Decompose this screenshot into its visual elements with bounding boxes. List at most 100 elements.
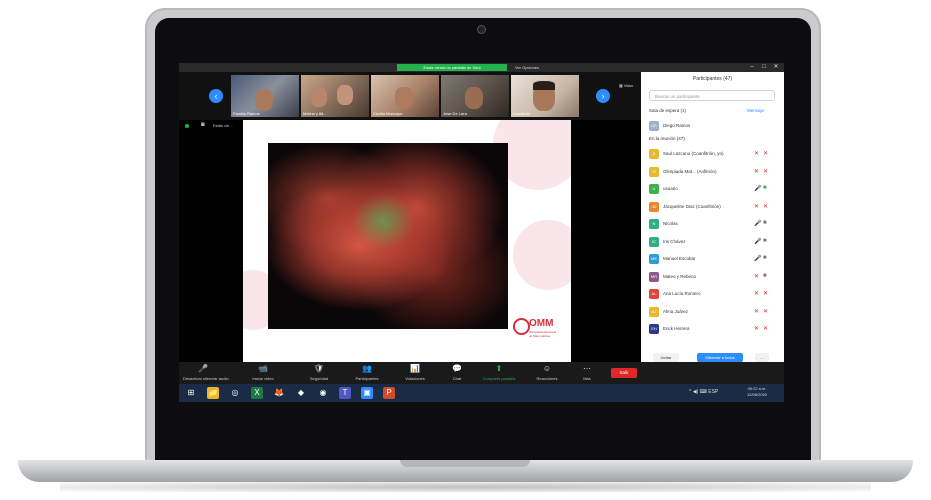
participant-search-input[interactable]: Buscar un participante (649, 90, 775, 101)
avatar: DR (649, 121, 659, 131)
maximize-icon[interactable]: □ (758, 63, 770, 72)
camera-icon[interactable]: ■ (763, 273, 767, 279)
more-button[interactable]: ⋯ Más (567, 364, 607, 384)
participant-row[interactable]: AL Ana Lucía Romero ✕ ✕ (649, 288, 779, 300)
mic-icon[interactable]: 🎤 (754, 255, 761, 262)
mic-muted-icon[interactable]: ✕ (754, 168, 759, 175)
avatar: AL (649, 289, 659, 299)
participant-row[interactable]: MR Mateo y Rebeca ✕ ■ (649, 271, 779, 283)
avatar: AJ (649, 306, 659, 317)
camera-off-icon[interactable]: ✕ (763, 325, 768, 332)
invite-button[interactable]: Invitar (653, 353, 679, 362)
excel-icon[interactable]: X (251, 387, 263, 399)
chat-button[interactable]: 💬 Chat (437, 364, 477, 384)
camera-off-icon[interactable]: ✕ (763, 168, 768, 175)
view-toggle-button[interactable]: ▦ Vista (619, 83, 633, 88)
view-options-menu[interactable]: Ver Opciones (515, 64, 557, 71)
participant-row[interactable]: JD Jacqueline Diaz (Coanfitrión) ✕ ✕ (649, 201, 779, 213)
prev-page-button[interactable]: ‹ (209, 89, 223, 103)
file-explorer-icon[interactable]: 📁 (207, 387, 219, 399)
mic-muted-icon[interactable]: ✕ (754, 308, 759, 315)
participant-row[interactable]: S Saul Lazcano (Coanfitrión, yo) ✕ ✕ (649, 148, 779, 160)
camera-icon[interactable]: ■ (763, 185, 767, 191)
camera-icon[interactable]: ■ (763, 220, 767, 226)
zoom-icon[interactable]: ▣ (361, 387, 373, 399)
mic-icon[interactable]: 🎤 (754, 185, 761, 192)
security-button[interactable]: 🛡 Seguridad (299, 364, 339, 384)
app-icon[interactable]: ◆ (295, 387, 307, 399)
mic-muted-icon[interactable]: ✕ (754, 325, 759, 332)
chrome-icon[interactable]: ◎ (229, 387, 241, 399)
camera-icon[interactable]: ■ (763, 255, 767, 261)
participant-row[interactable]: EH Erick Herrera ✕ ✕ (649, 323, 779, 335)
minimize-icon[interactable]: – (746, 63, 758, 72)
participants-button[interactable]: 👥 Participantes (347, 364, 387, 384)
video-thumbnail[interactable]: Jose De Lara (441, 75, 509, 117)
camera-icon[interactable]: ■ (763, 238, 767, 244)
firefox-icon[interactable]: 🦊 (273, 387, 285, 399)
sharing-indicator-icon (185, 124, 189, 128)
close-icon[interactable]: ✕ (770, 63, 782, 72)
avatar: JD (649, 201, 659, 212)
participant-name: Olimpiada Mat... (Anfitrión) (663, 168, 717, 174)
share-screen-button[interactable]: ⬆ Compartir pantalla (479, 364, 519, 384)
mic-muted-icon[interactable]: ✕ (754, 273, 759, 280)
avatar: EH (649, 324, 659, 334)
video-thumbnail[interactable]: Familia Ramos (231, 75, 299, 117)
participant-row[interactable]: Uusuario 🎤 ■ (649, 183, 779, 195)
toolbar-label: Seguridad (309, 376, 329, 381)
participants-panel: Participantes (47) Buscar un participant… (641, 72, 784, 362)
camera-off-icon[interactable]: ✕ (763, 290, 768, 297)
camera-off-icon[interactable]: ✕ (763, 308, 768, 315)
video-thumbnail[interactable]: Cecilia Moncayo (371, 75, 439, 117)
in-meeting-header[interactable]: En la reunión (47) (649, 136, 685, 141)
polls-button[interactable]: 📊 Votaciones (395, 364, 435, 384)
start-icon[interactable]: ⊞ (185, 387, 197, 399)
video-icon: 📹 (258, 364, 268, 373)
system-tray[interactable]: ^ ◀) ⌨ ESP (689, 389, 718, 395)
webcam-icon (478, 26, 485, 33)
video-thumbnail[interactable]: Leonardo (511, 75, 579, 117)
participant-row[interactable]: ME Manuel Escobar 🎤 ■ (649, 253, 779, 265)
leave-meeting-button[interactable]: Salir (611, 368, 637, 378)
waiting-participant-row[interactable]: DR Diego Ramos (649, 120, 779, 132)
participant-name: Mateo y Rebeca (663, 273, 696, 279)
participant-row[interactable]: O Olimpiada Mat... (Anfitrión) ✕ ✕ (649, 166, 779, 178)
participant-row[interactable]: AJ Alma Juárez ✕ ✕ (649, 306, 779, 318)
polls-icon: 📊 (410, 364, 420, 373)
participant-row[interactable]: IC Iris Chávez 🎤 ■ (649, 236, 779, 248)
avatar: S (649, 149, 659, 159)
next-page-button[interactable]: › (596, 89, 610, 103)
taskbar-clock[interactable]: 09:22 a.m. 12/06/2020 (747, 386, 767, 398)
mic-muted-icon[interactable]: ✕ (754, 150, 759, 157)
video-thumbnail[interactable]: Melina y Ali... (301, 75, 369, 117)
toolbar-label: Chat (452, 376, 462, 381)
waiting-room-message-button[interactable]: Mensaje (747, 108, 764, 113)
share-banner[interactable]: Estás viendo la pantalla de Saúl (397, 64, 507, 71)
laptop-notch (400, 460, 530, 467)
avatar: ME (649, 254, 659, 264)
mic-muted-icon[interactable]: ✕ (754, 290, 759, 297)
reactions-button[interactable]: ☺ Reacciones (527, 364, 567, 384)
teams-icon[interactable]: T (339, 387, 351, 399)
security-icon: 🛡 (313, 364, 325, 373)
meeting-toolbar: 🎤 Desactivar silenciar audio 📹 Iniciar vide… (179, 362, 784, 384)
mic-muted-icon[interactable]: ✕ (754, 203, 759, 210)
laptop-screen: Estás viendo la pantalla de Saúl Ver Opc… (179, 63, 784, 418)
camera-off-icon[interactable]: ✕ (763, 203, 768, 210)
powerpoint-icon[interactable]: P (383, 387, 395, 399)
participant-name: Ana Lucía Romero (663, 291, 701, 296)
participant-name: Erick Herrera (663, 326, 690, 331)
waiting-room-header[interactable]: Sala de espera (1) (649, 108, 686, 113)
avatar: U (649, 184, 659, 194)
mute-all-button[interactable]: Silenciar a todos (697, 353, 743, 362)
mute-button[interactable]: 🎤 Desactivar silenciar audio (183, 364, 229, 384)
edge-icon[interactable]: ◉ (317, 387, 329, 399)
mic-icon[interactable]: 🎤 (754, 220, 761, 227)
camera-off-icon[interactable]: ✕ (763, 150, 768, 157)
participant-row[interactable]: N Nicolas 🎤 ■ (649, 218, 779, 230)
video-button[interactable]: 📹 Iniciar video (243, 364, 283, 384)
more-options-button[interactable]: ... (755, 353, 769, 362)
avatar: N (649, 219, 659, 229)
mic-icon[interactable]: 🎤 (754, 238, 761, 245)
